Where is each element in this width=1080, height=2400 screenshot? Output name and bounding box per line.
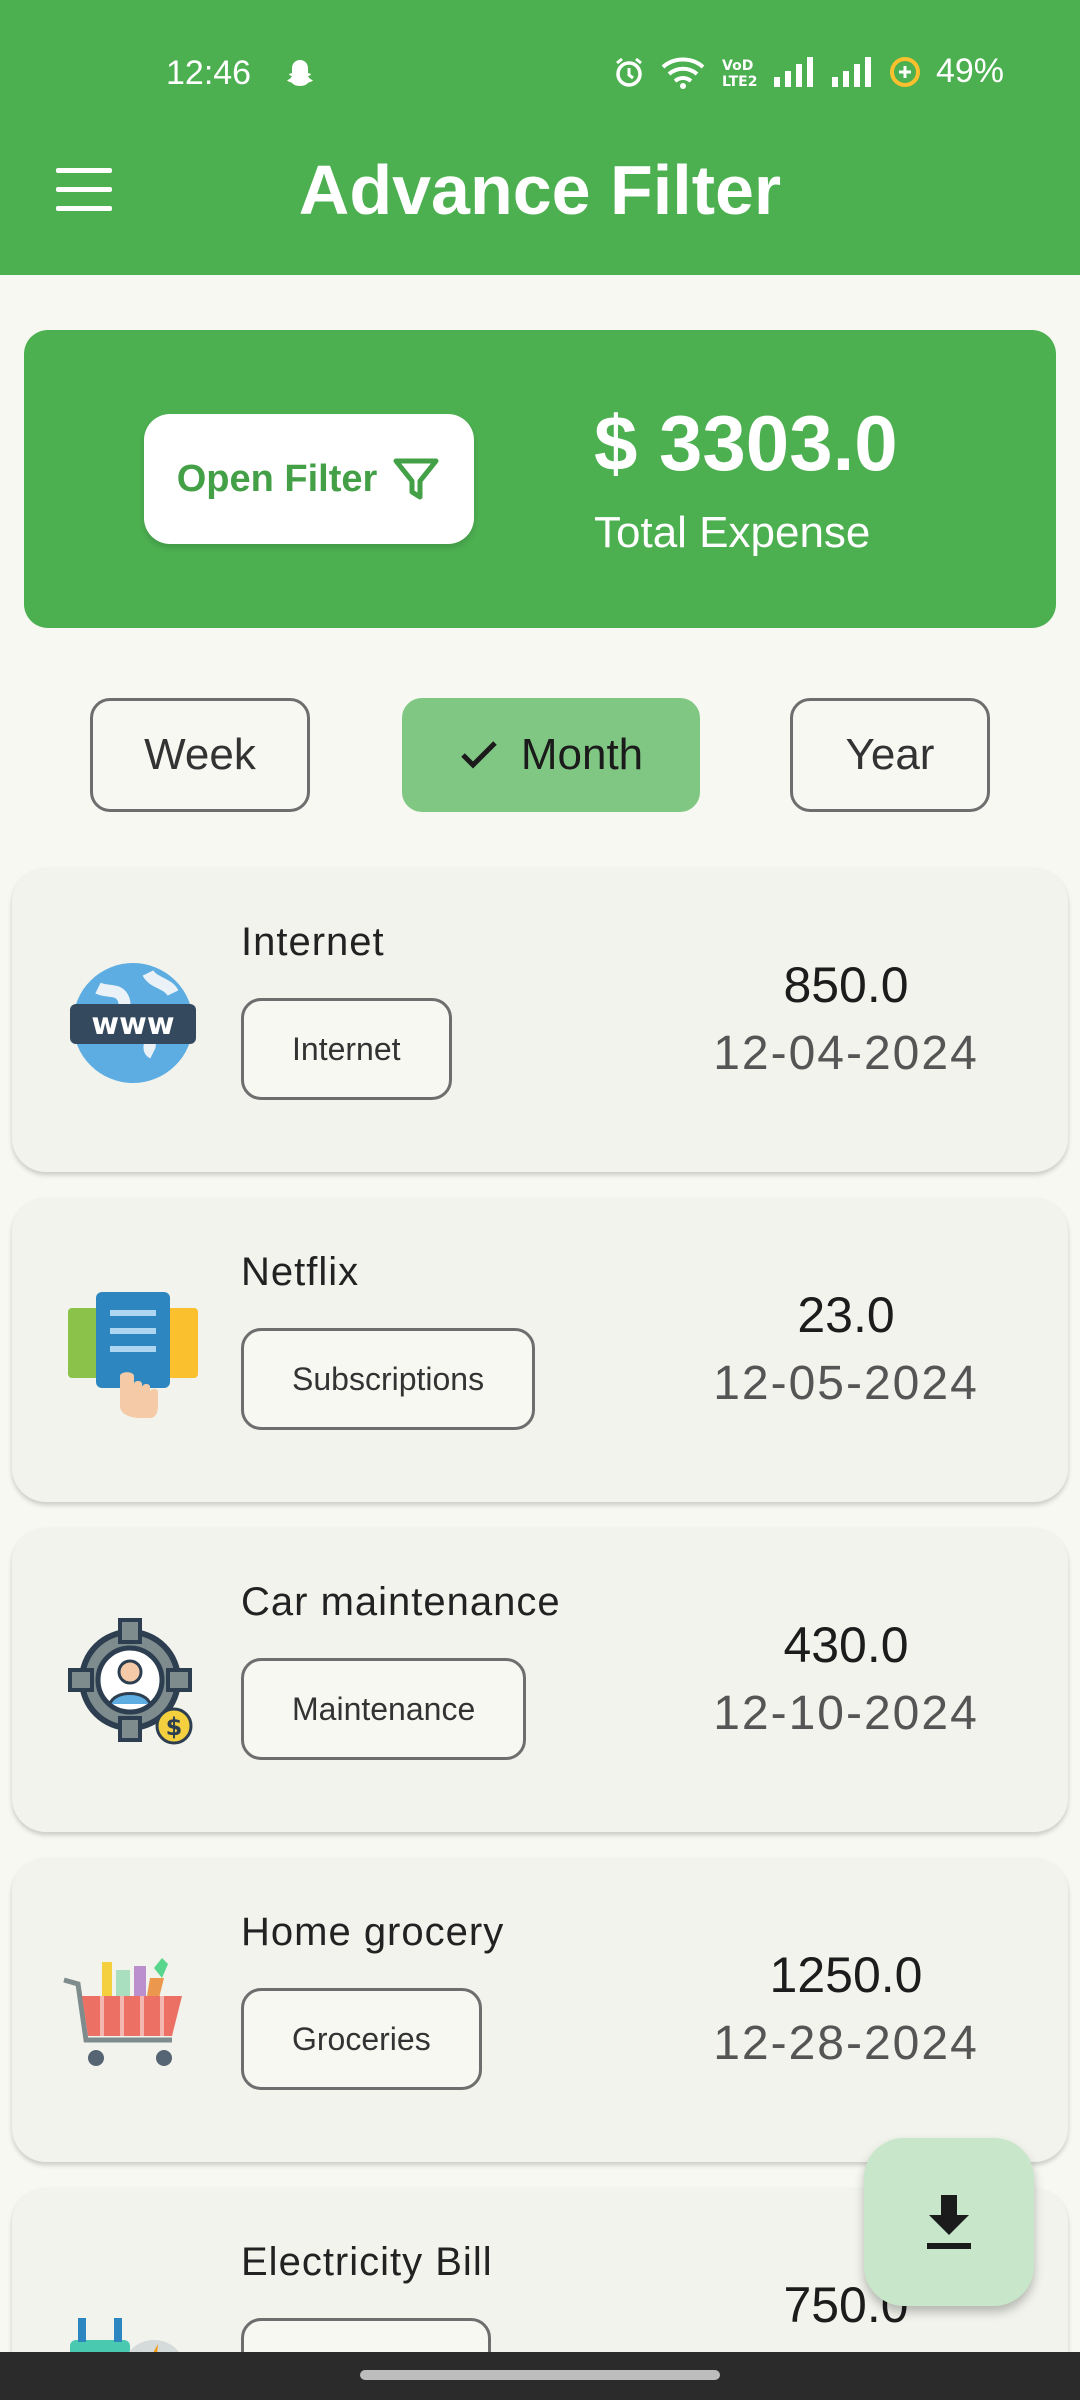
expense-name: Electricity Bill bbox=[241, 2240, 493, 2284]
battery-icon bbox=[889, 56, 920, 87]
battery-percent: 49% bbox=[935, 52, 1004, 90]
filter-icon bbox=[393, 458, 439, 500]
expense-card[interactable]: www Internet Internet 850.0 12-04-2024 bbox=[12, 868, 1068, 1172]
alarm-icon bbox=[616, 57, 642, 87]
expense-date: 12-28-2024 bbox=[713, 2017, 979, 2070]
chip-month[interactable]: Month bbox=[402, 698, 700, 812]
status-bar: 12:46 VoD LTE2 49% bbox=[0, 46, 1080, 102]
signal-icon bbox=[831, 56, 871, 87]
snapchat-ghost-icon bbox=[287, 60, 313, 86]
wifi-icon bbox=[661, 57, 705, 89]
expense-name: Home grocery bbox=[241, 1910, 505, 1954]
chip-month-label: Month bbox=[520, 730, 644, 779]
expense-date: 12-05-2024 bbox=[713, 1357, 979, 1410]
svg-text:www: www bbox=[91, 1007, 174, 1042]
open-filter-label: Open Filter bbox=[176, 457, 378, 500]
expense-card[interactable]: $ Car maintenance Maintenance 430.0 12-1… bbox=[12, 1528, 1068, 1832]
svg-text:$: $ bbox=[166, 1713, 183, 1741]
total-expense-label: Total Expense bbox=[594, 508, 871, 557]
expense-name: Netflix bbox=[241, 1250, 360, 1294]
globe-www-icon: www bbox=[70, 963, 196, 1083]
expense-amount: 1250.0 bbox=[769, 1947, 923, 2003]
shopping-cart-icon bbox=[63, 1958, 182, 2066]
subscription-cards-icon bbox=[68, 1292, 198, 1418]
total-amount: $ 3303.0 bbox=[594, 399, 898, 487]
svg-text:VoD: VoD bbox=[722, 58, 753, 74]
expense-amount: 23.0 bbox=[797, 1287, 895, 1343]
category-tag: Maintenance bbox=[241, 1658, 527, 1760]
expense-amount: 850.0 bbox=[783, 957, 909, 1013]
expense-amount: 430.0 bbox=[783, 1617, 909, 1673]
chip-week[interactable]: Week bbox=[90, 698, 310, 812]
check-icon bbox=[461, 741, 497, 769]
expense-card[interactable]: Netflix Subscriptions 23.0 12-05-2024 bbox=[12, 1198, 1068, 1502]
expense-date: 12-04-2024 bbox=[713, 1027, 979, 1080]
category-tag: Subscriptions bbox=[241, 1328, 536, 1430]
expense-date: 12-10-2024 bbox=[713, 1687, 979, 1740]
chip-week-label: Week bbox=[144, 730, 256, 779]
system-nav-bar bbox=[0, 2352, 1080, 2400]
volte-icon: VoD LTE2 bbox=[722, 58, 757, 89]
category-tag: Groceries bbox=[241, 1988, 482, 2090]
chip-year[interactable]: Year bbox=[790, 698, 990, 812]
expense-name: Internet bbox=[241, 920, 385, 964]
total-expense-card: Open Filter $ 3303.0 Total Expense bbox=[24, 330, 1056, 628]
app-header: 12:46 VoD LTE2 49% Advance Filter bbox=[0, 0, 1080, 275]
open-filter-button[interactable]: Open Filter bbox=[144, 414, 474, 544]
signal-icon bbox=[773, 56, 813, 87]
expense-card[interactable]: Home grocery Groceries 1250.0 12-28-2024 bbox=[12, 1858, 1068, 2162]
page-title: Advance Filter bbox=[298, 151, 782, 229]
status-time: 12:46 bbox=[166, 54, 252, 92]
expense-name: Car maintenance bbox=[241, 1580, 561, 1624]
home-gesture-handle[interactable] bbox=[360, 2370, 720, 2380]
download-icon bbox=[927, 2195, 971, 2249]
gear-maintenance-icon: $ bbox=[68, 1618, 193, 1745]
category-tag: Internet bbox=[241, 998, 452, 1100]
svg-text:LTE2: LTE2 bbox=[722, 74, 757, 89]
download-button[interactable] bbox=[864, 2138, 1034, 2306]
chip-year-label: Year bbox=[845, 730, 935, 779]
